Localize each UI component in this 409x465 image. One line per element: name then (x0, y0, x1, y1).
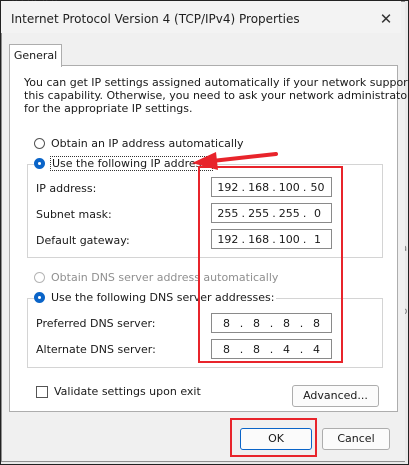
intro-line: You can get IP settings assigned automat… (24, 76, 409, 89)
tab-general[interactable]: General (9, 44, 62, 67)
radio-icon (34, 138, 45, 149)
advanced-button[interactable]: Advanced... (292, 385, 379, 407)
intro-line: for the appropriate IP settings. (24, 102, 193, 115)
checkbox-icon (36, 385, 48, 398)
radio-disabled-icon (34, 272, 45, 283)
title-bar: Internet Protocol Version 4 (TCP/IPv4) P… (1, 1, 401, 33)
default-gateway-label: Default gateway: (36, 234, 130, 247)
window-title: Internet Protocol Version 4 (TCP/IPv4) P… (11, 12, 300, 26)
red-arrow-icon (192, 152, 278, 170)
highlight-box-ok-button (230, 418, 317, 457)
intro-line: this capability. Otherwise, you need to … (24, 89, 409, 102)
preferred-dns-label: Preferred DNS server: (36, 317, 156, 330)
ip-address-label: IP address: (36, 182, 97, 195)
cancel-button[interactable]: Cancel (322, 428, 390, 450)
highlight-box-address-fields (198, 166, 343, 363)
radio-selected-icon (34, 292, 45, 303)
use-following-ip-label: Use the following IP address: (50, 156, 213, 171)
radio-selected-icon (34, 158, 45, 169)
alternate-dns-label: Alternate DNS server: (36, 343, 156, 356)
subnet-mask-label: Subnet mask: (36, 208, 112, 221)
close-icon[interactable]: ✕ (375, 8, 397, 30)
use-following-ip-radio[interactable]: Use the following IP address: (34, 156, 214, 171)
intro-text: You can get IP settings assigned automat… (24, 76, 409, 115)
validate-settings-checkbox[interactable]: Validate settings upon exit (36, 385, 201, 398)
validate-settings-label: Validate settings upon exit (54, 385, 201, 398)
